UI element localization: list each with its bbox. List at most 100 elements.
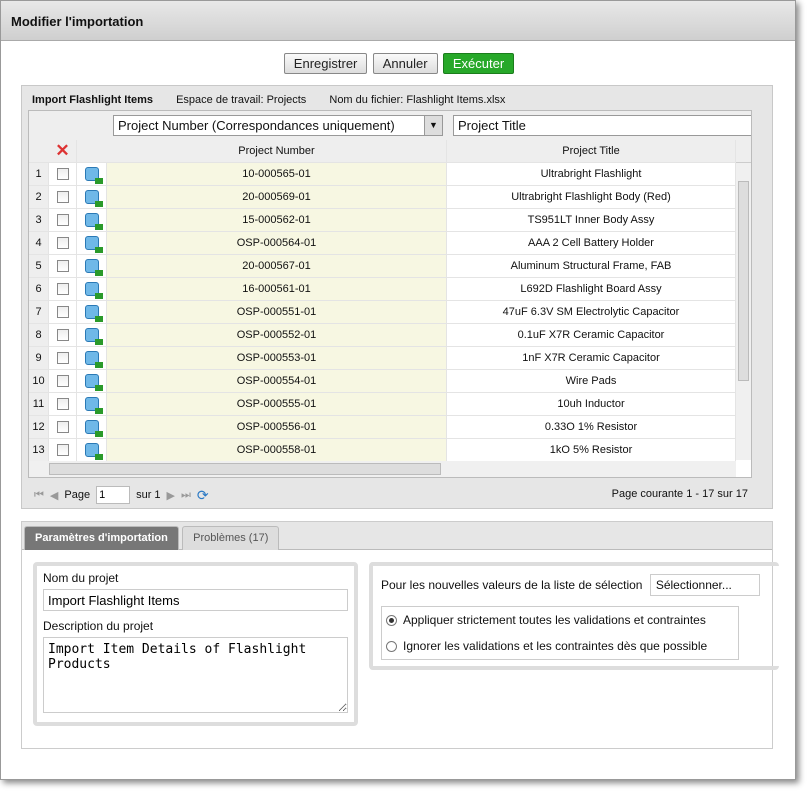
table-row[interactable]: 13 OSP-000558-01 1kO 5% Resistor [29,439,736,462]
row-number: 8 [29,324,49,346]
cell-project-number[interactable]: OSP-000564-01 [107,232,447,254]
row-checkbox[interactable] [56,306,69,318]
row-number: 9 [29,347,49,369]
page-of-label: sur 1 [136,489,161,501]
cell-project-title[interactable]: Wire Pads [447,370,736,392]
row-checkbox[interactable] [56,214,69,226]
picklist-select[interactable]: Sélectionner... [649,574,760,596]
cell-project-title[interactable]: Ultrabright Flashlight [447,163,736,185]
cancel-button[interactable]: Annuler [372,53,438,74]
cell-project-number[interactable]: OSP-000554-01 [107,370,447,392]
row-checkbox[interactable] [56,329,69,341]
refresh-icon[interactable]: ⟳ [197,487,209,504]
cell-project-number[interactable]: 15-000562-01 [107,209,447,231]
last-page-icon[interactable]: ⏭ [181,489,191,502]
cell-project-title[interactable]: 0.33O 1% Resistor [447,416,736,438]
cell-project-number[interactable]: OSP-000553-01 [107,347,447,369]
import-item-icon [84,259,103,276]
cell-project-number[interactable]: 10-000565-01 [107,163,447,185]
radio-icon[interactable] [386,640,397,652]
horizontal-scrollbar[interactable] [29,461,736,477]
cell-project-number[interactable]: 20-000567-01 [107,255,447,277]
project-description-label: Description du projet [43,619,154,633]
project-name-label: Nom du projet [43,571,119,585]
table-row[interactable]: 5 20-000567-01 Aluminum Structural Frame… [29,255,736,278]
save-button[interactable]: Enregistrer [283,53,368,74]
table-row[interactable]: 2 20-000569-01 Ultrabright Flashlight Bo… [29,186,736,209]
mapping-value: Project Title [458,118,526,133]
row-checkbox[interactable] [56,375,69,387]
first-page-icon[interactable]: ⏮ [34,489,44,502]
row-number: 6 [29,278,49,300]
cell-project-title[interactable]: 1nF X7R Ceramic Capacitor [447,347,736,369]
import-name: Import Flashlight Items [32,94,154,106]
row-checkbox[interactable] [56,398,69,410]
row-checkbox[interactable] [56,421,69,433]
cell-project-title[interactable]: TS951LT Inner Body Assy [447,209,736,231]
cell-project-number[interactable]: OSP-000558-01 [107,439,447,461]
row-number: 10 [29,370,49,392]
row-number: 4 [29,232,49,254]
import-item-icon [84,374,103,391]
import-item-icon [84,351,103,368]
mapping-value: Project Number (Correspondances uniqueme… [118,118,395,133]
header-project-title[interactable]: Project Title [447,140,736,162]
table-row[interactable]: 10 OSP-000554-01 Wire Pads [29,370,736,393]
mapping-select-project-number[interactable]: Project Number (Correspondances uniqueme… [113,115,443,136]
vertical-scrollbar[interactable] [736,163,751,460]
table-row[interactable]: 1 10-000565-01 Ultrabright Flashlight [29,163,736,186]
table-row[interactable]: 7 OSP-000551-01 47uF 6.3V SM Electrolyti… [29,301,736,324]
cell-project-title[interactable]: L692D Flashlight Board Assy [447,278,736,300]
prev-page-icon[interactable]: ◀ [50,489,58,502]
table-row[interactable]: 11 OSP-000555-01 10uh Inductor [29,393,736,416]
table-row[interactable]: 9 OSP-000553-01 1nF X7R Ceramic Capacito… [29,347,736,370]
import-item-icon [84,213,103,230]
table-row[interactable]: 3 15-000562-01 TS951LT Inner Body Assy [29,209,736,232]
page-label: Page [64,489,91,501]
row-checkbox[interactable] [56,260,69,272]
row-checkbox[interactable] [56,237,69,249]
cell-project-title[interactable]: 0.1uF X7R Ceramic Capacitor [447,324,736,346]
radio-strict-validation[interactable]: Appliquer strictement toutes les validat… [382,607,738,633]
radio-selected-icon[interactable] [386,614,397,626]
row-number: 2 [29,186,49,208]
cell-project-title[interactable]: 47uF 6.3V SM Electrolytic Capacitor [447,301,736,323]
mapping-select-project-title[interactable]: Project Title [453,115,751,136]
radio-ignore-validation[interactable]: Ignorer les validations et les contraint… [382,633,738,659]
row-checkbox[interactable] [56,168,69,180]
row-checkbox[interactable] [56,352,69,364]
tab-problems[interactable]: Problèmes (17) [182,526,280,550]
cell-project-number[interactable]: OSP-000556-01 [107,416,447,438]
table-row[interactable]: 6 16-000561-01 L692D Flashlight Board As… [29,278,736,301]
cell-project-title[interactable]: Ultrabright Flashlight Body (Red) [447,186,736,208]
radio-label: Appliquer strictement toutes les validat… [403,613,706,627]
cell-project-title[interactable]: 1kO 5% Resistor [447,439,736,461]
cell-project-number[interactable]: 16-000561-01 [107,278,447,300]
delete-x-icon[interactable]: ✕ [49,140,77,162]
next-page-icon[interactable]: ▶ [167,489,175,502]
table-row[interactable]: 12 OSP-000556-01 0.33O 1% Resistor [29,416,736,439]
cell-project-title[interactable]: Aluminum Structural Frame, FAB [447,255,736,277]
row-checkbox[interactable] [56,283,69,295]
chevron-down-icon[interactable]: ▼ [424,116,442,135]
page-input[interactable] [96,486,131,504]
row-number: 5 [29,255,49,277]
run-button[interactable]: Exécuter [442,53,515,74]
cell-project-title[interactable]: AAA 2 Cell Battery Holder [447,232,736,254]
row-checkbox[interactable] [56,444,69,456]
cell-project-number[interactable]: OSP-000555-01 [107,393,447,415]
cell-project-title[interactable]: 10uh Inductor [447,393,736,415]
cell-project-number[interactable]: 20-000569-01 [107,186,447,208]
header-project-number[interactable]: Project Number [107,140,447,162]
table-row[interactable]: 8 OSP-000552-01 0.1uF X7R Ceramic Capaci… [29,324,736,347]
tab-import-settings[interactable]: Paramètres d'importation [24,526,179,550]
project-name-input[interactable] [43,589,348,611]
pager: ⏮ ◀ Page sur 1 ▶ ⏭ ⟳ [34,486,209,504]
cell-project-number[interactable]: OSP-000552-01 [107,324,447,346]
row-number: 12 [29,416,49,438]
project-description-input[interactable]: Import Item Details of Flashlight Produc… [43,637,348,713]
workspace-label: Espace de travail: Projects [176,94,307,106]
table-row[interactable]: 4 OSP-000564-01 AAA 2 Cell Battery Holde… [29,232,736,255]
row-checkbox[interactable] [56,191,69,203]
cell-project-number[interactable]: OSP-000551-01 [107,301,447,323]
